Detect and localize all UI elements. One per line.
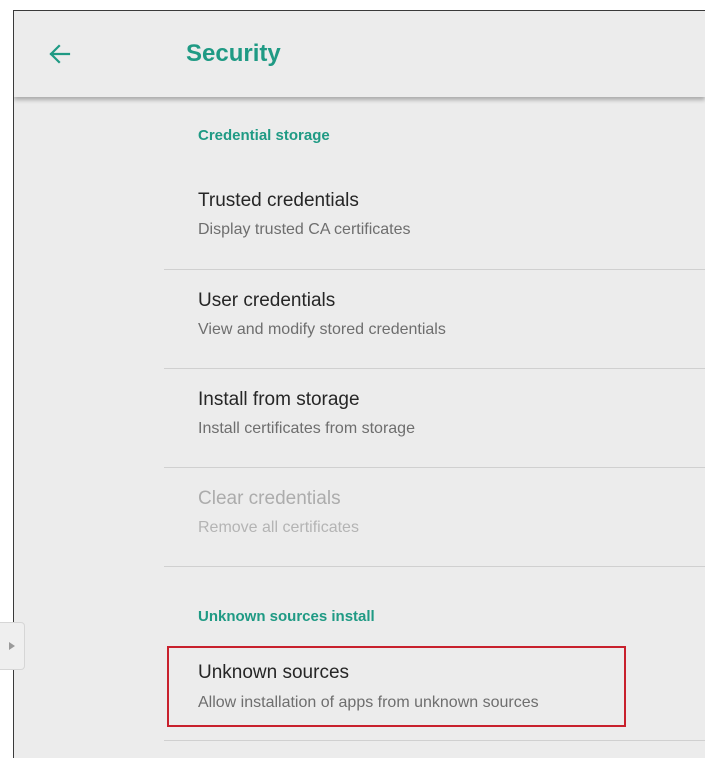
list-item-install-from-storage[interactable]: Install from storage Install certificate… [164, 379, 705, 467]
triangle-right-icon [9, 642, 15, 650]
item-title: User credentials [198, 290, 336, 311]
item-title: Install from storage [198, 389, 360, 410]
item-title: Clear credentials [198, 488, 341, 509]
arrow-back-icon [49, 44, 71, 64]
app-bar: Security [14, 11, 705, 97]
divider [164, 566, 705, 567]
item-summary: Install certificates from storage [198, 420, 415, 437]
page-title: Security [186, 40, 281, 67]
back-button[interactable] [44, 38, 76, 70]
item-summary: Remove all certificates [198, 519, 359, 536]
item-summary: View and modify stored credentials [198, 321, 446, 338]
divider [164, 368, 705, 369]
settings-list[interactable]: Credential storage Trusted credentials D… [14, 97, 705, 758]
side-panel-toggle[interactable] [0, 622, 25, 670]
item-summary: Allow installation of apps from unknown … [198, 694, 539, 711]
item-title: Unknown sources [198, 662, 350, 683]
list-item-user-credentials[interactable]: User credentials View and modify stored … [164, 280, 705, 368]
list-item-trusted-credentials[interactable]: Trusted credentials Display trusted CA c… [164, 180, 705, 270]
divider [164, 269, 705, 270]
divider [164, 740, 705, 741]
list-item-unknown-sources[interactable]: Unknown sources Allow installation of ap… [164, 651, 705, 739]
divider [164, 467, 705, 468]
item-summary: Display trusted CA certificates [198, 221, 411, 238]
section-header-credential-storage: Credential storage [198, 127, 330, 144]
list-item-clear-credentials: Clear credentials Remove all certificate… [164, 478, 705, 566]
item-title: Trusted credentials [198, 190, 359, 211]
section-header-unknown-sources-install: Unknown sources install [198, 608, 375, 625]
settings-screen: Security Credential storage Trusted cred… [14, 11, 705, 758]
